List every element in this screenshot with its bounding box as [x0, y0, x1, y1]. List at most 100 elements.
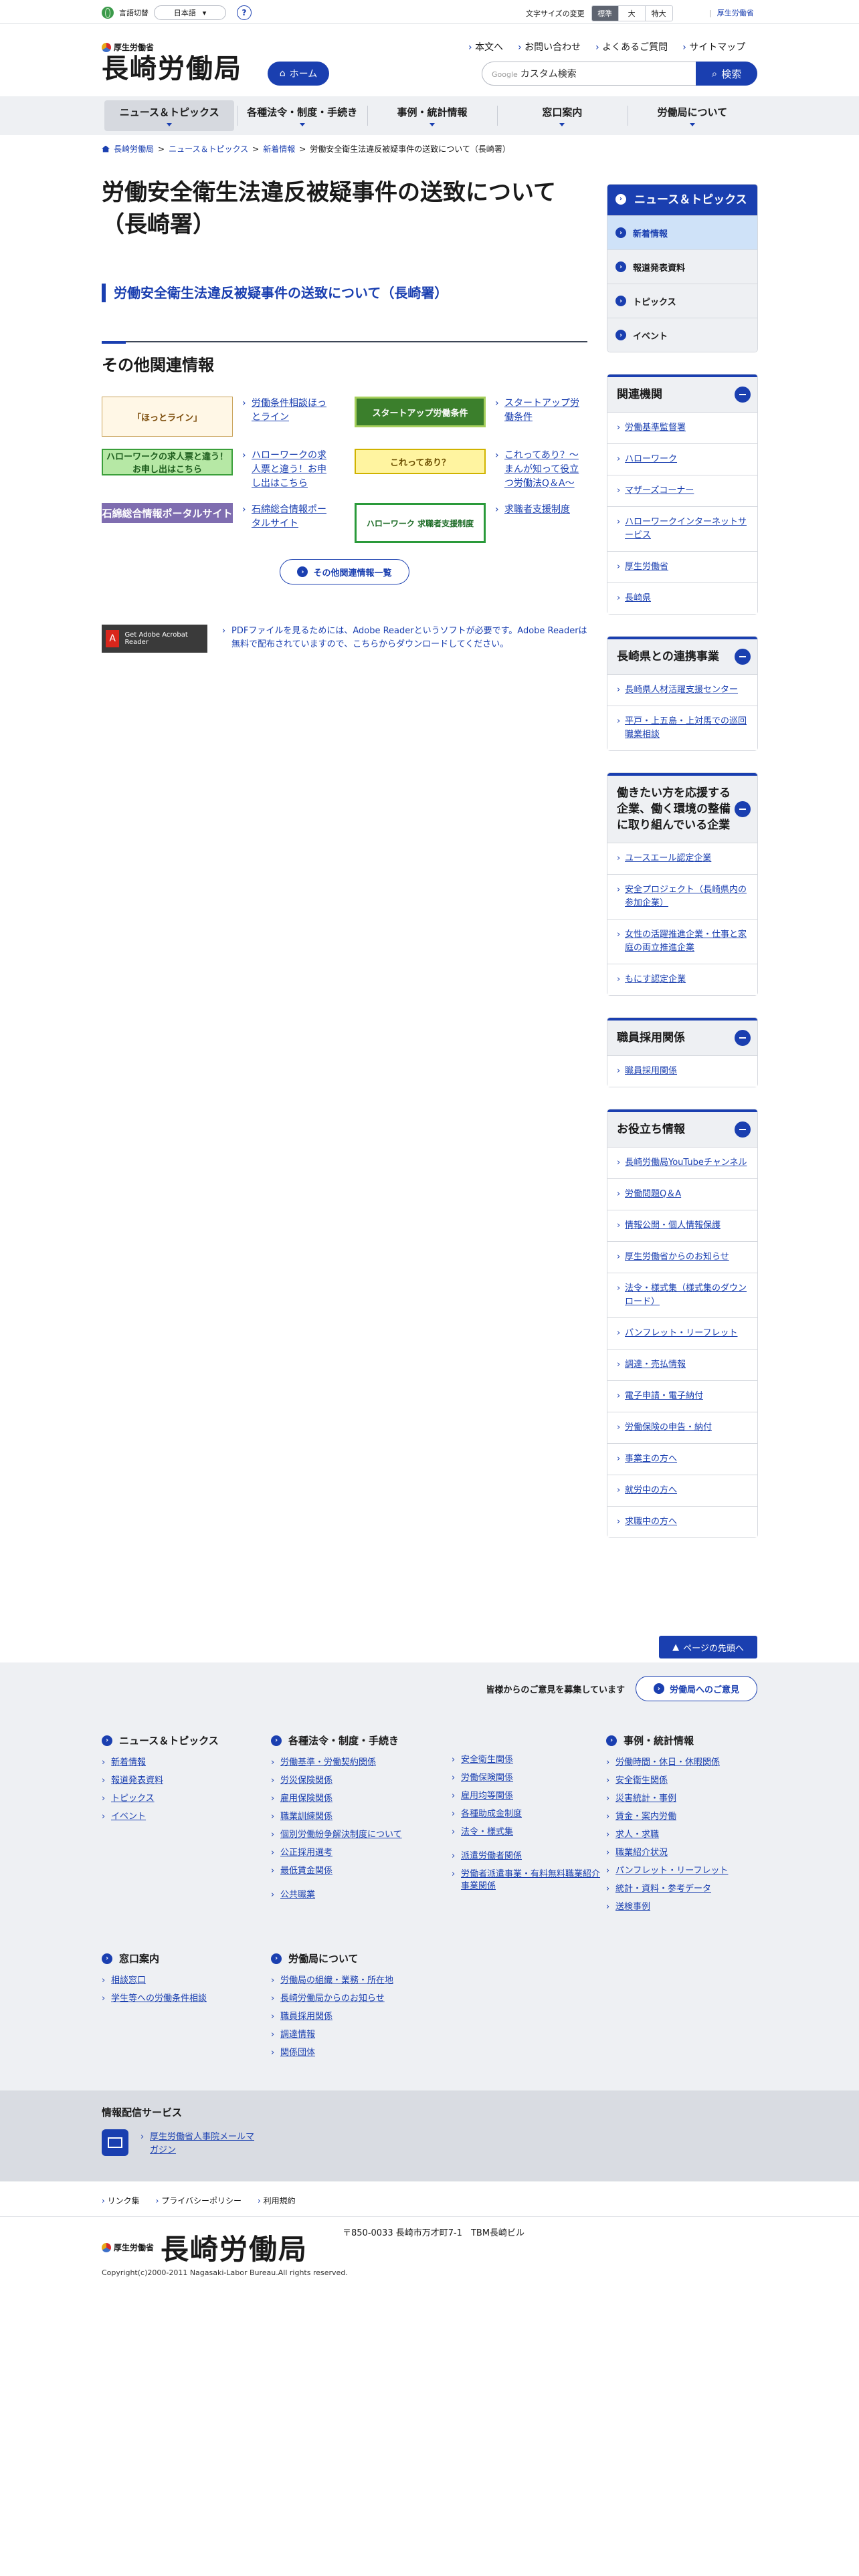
sidebar-link[interactable]: 女性の活躍推進企業・仕事と家庭の両立推進企業 — [607, 919, 757, 964]
sitemap-link[interactable]: サイトマップ — [682, 40, 745, 53]
help-icon[interactable]: ? — [237, 5, 252, 20]
search-input[interactable]: Google カスタム検索 — [482, 67, 696, 80]
language-select[interactable]: 日本語 ▾ — [154, 5, 226, 20]
sidebar-link[interactable]: 事業主の方へ — [607, 1443, 757, 1475]
privacy-policy-link[interactable]: プライバシーポリシー — [156, 2195, 242, 2206]
sidebar-link[interactable]: 労働問題Q＆A — [607, 1178, 757, 1210]
sidebar-item-new-info[interactable]: › 新着情報 — [607, 215, 757, 249]
font-size-xlarge-button[interactable]: 特大 — [646, 6, 672, 21]
banner-link[interactable]: 求職者支援制度 — [495, 503, 570, 517]
sidebar-link[interactable]: 平戸・上五島・上対馬での巡回職業相談 — [607, 706, 757, 750]
banner-link[interactable]: 労働条件相談ほっとライン — [242, 397, 335, 425]
footer-link[interactable]: 報道発表資料 — [102, 1775, 256, 1787]
font-size-standard-button[interactable]: 標準 — [591, 6, 619, 21]
sidebar-link[interactable]: 長崎県人材活躍支援センター — [607, 674, 757, 706]
footer-link[interactable]: 公正採用選考 — [271, 1847, 425, 1859]
footer-link[interactable]: 労働者派遣事業・有料無料職業紹介事業関係 — [452, 1868, 605, 1893]
footer-link[interactable]: 新着情報 — [102, 1757, 256, 1769]
pdf-notice-text[interactable]: PDFファイルを見るためには、Adobe Readerというソフトが必要です。A… — [222, 625, 587, 651]
footer-link[interactable]: パンフレット・リーフレット — [606, 1865, 757, 1877]
mhlw-link[interactable]: 厚生労働省 — [709, 7, 754, 18]
footer-link[interactable]: 労働保険関係 — [452, 1772, 605, 1784]
mail-magazine-link[interactable]: 厚生労働省人事院メールマガジン — [140, 2131, 261, 2157]
skip-to-content-link[interactable]: 本文へ — [468, 40, 503, 53]
home-button[interactable]: ⌂ ホーム — [268, 62, 329, 86]
banner-link[interactable]: これってあり？～まんが知って役立つ労働法Q＆A～ — [495, 449, 587, 491]
search-button[interactable]: ⌕ 検索 — [696, 62, 757, 86]
contact-link[interactable]: お問い合わせ — [518, 40, 581, 53]
footer-link[interactable]: トピックス — [102, 1793, 256, 1805]
sidebar-box-title[interactable]: 関連機関 — [607, 377, 757, 412]
footer-link[interactable]: 労災保険関係 — [271, 1775, 425, 1787]
opinion-button[interactable]: › 労働局へのご意見 — [636, 1676, 757, 1701]
footer-link[interactable]: 雇用保険関係 — [271, 1793, 425, 1805]
footer-link[interactable]: 労働局の組織・業務・所在地 — [271, 1975, 425, 1987]
collapse-icon[interactable] — [735, 387, 751, 403]
footer-link[interactable]: 求人・求職 — [606, 1829, 757, 1841]
collapse-icon[interactable] — [735, 1030, 751, 1046]
sidebar-link[interactable]: 職員採用関係 — [607, 1055, 757, 1087]
sidebar-link[interactable]: 厚生労働省からのお知らせ — [607, 1241, 757, 1273]
breadcrumb-news[interactable]: ニュース＆トピックス — [169, 143, 248, 154]
footer-link[interactable]: 安全衛生関係 — [606, 1775, 757, 1787]
gnav-item-about[interactable]: 労働局について — [627, 96, 757, 135]
gnav-item-stats[interactable]: 事例・統計情報 — [367, 96, 497, 135]
collapse-icon[interactable] — [735, 649, 751, 665]
links-page-link[interactable]: リンク集 — [102, 2195, 140, 2206]
footer-link[interactable]: 長崎労働局からのお知らせ — [271, 1993, 425, 2005]
sidebar-item-events[interactable]: › イベント — [607, 318, 757, 352]
footer-link[interactable]: 法令・様式集 — [452, 1826, 605, 1838]
banner-link[interactable]: 石綿総合情報ポータルサイト — [242, 503, 335, 531]
collapse-icon[interactable] — [735, 801, 751, 817]
terms-link[interactable]: 利用規約 — [258, 2195, 296, 2206]
sidebar-link[interactable]: ユースエール認定企業 — [607, 843, 757, 874]
breadcrumb-home[interactable]: 長崎労働局 — [114, 143, 154, 154]
hotline-banner-image[interactable]: 「ほっとライン」 — [102, 397, 233, 437]
footer-link[interactable]: 職業紹介状況 — [606, 1847, 757, 1859]
asbestos-banner-image[interactable]: 石綿総合情報ポータルサイト — [102, 503, 233, 523]
sidebar-link[interactable]: 長崎労働局YouTubeチャンネル — [607, 1147, 757, 1178]
sidebar-link[interactable]: 長崎県 — [607, 582, 757, 614]
footer-link[interactable]: 雇用均等関係 — [452, 1790, 605, 1802]
footer-link[interactable]: 公共職業 — [271, 1889, 425, 1901]
sidebar-box-title[interactable]: お役立ち情報 — [607, 1112, 757, 1147]
sidebar-link[interactable]: パンフレット・リーフレット — [607, 1317, 757, 1349]
sidebar-item-topics[interactable]: › トピックス — [607, 284, 757, 318]
footer-link[interactable]: 労働基準・労働契約関係 — [271, 1757, 425, 1769]
sidebar-link[interactable]: 情報公開・個人情報保護 — [607, 1210, 757, 1241]
sidebar-news-title[interactable]: › ニュース＆トピックス — [607, 185, 757, 215]
startup-banner-image[interactable]: スタートアップ労働条件 — [355, 397, 486, 427]
footer-link[interactable]: 職業訓練関係 — [271, 1811, 425, 1823]
footer-link[interactable]: 相談窓口 — [102, 1975, 256, 1987]
sidebar-link[interactable]: 就労中の方へ — [607, 1475, 757, 1506]
related-info-more-button[interactable]: › その他関連情報一覧 — [280, 559, 409, 584]
job-seeker-banner-image[interactable]: ハローワーク 求職者支援制度 — [355, 503, 486, 543]
gnav-item-law[interactable]: 各種法令・制度・手続き — [237, 96, 367, 135]
sidebar-box-title[interactable]: 長崎県との連携事業 — [607, 639, 757, 674]
sidebar-box-title[interactable]: 職員採用関係 — [607, 1021, 757, 1055]
footer-link[interactable]: 個別労働紛争解決制度について — [271, 1829, 425, 1841]
sidebar-link[interactable]: 安全プロジェクト（長崎県内の参加企業） — [607, 874, 757, 919]
footer-link[interactable]: 賃金・案内労働 — [606, 1811, 757, 1823]
sidebar-link[interactable]: 厚生労働省 — [607, 551, 757, 582]
site-logo[interactable]: 厚生労働省 長崎労働局 — [102, 41, 242, 85]
banner-link[interactable]: スタートアップ労働条件 — [495, 397, 587, 425]
footer-link[interactable]: 職員採用関係 — [271, 2011, 425, 2023]
article-link[interactable]: 労働安全衛生法違反被疑事件の送致について（長崎署） — [114, 285, 448, 301]
sidebar-link[interactable]: 調達・売払情報 — [607, 1349, 757, 1380]
faq-link[interactable]: よくあるご質問 — [595, 40, 668, 53]
sidebar-link[interactable]: 法令・様式集（様式集のダウンロード） — [607, 1273, 757, 1317]
banner-link[interactable]: ハローワークの求人票と違う！お申し出はこちら — [242, 449, 335, 491]
footer-link[interactable]: 安全衛生関係 — [452, 1754, 605, 1766]
sidebar-link[interactable]: 労働基準監督署 — [607, 412, 757, 443]
footer-link[interactable]: 送検事例 — [606, 1901, 757, 1913]
footer-logo[interactable]: 厚生労働省 長崎労働局 — [102, 2227, 308, 2268]
collapse-icon[interactable] — [735, 1121, 751, 1138]
sidebar-link[interactable]: もにす認定企業 — [607, 964, 757, 995]
page-top-button[interactable]: ▲ ページの先頭へ — [659, 1636, 757, 1658]
sidebar-item-press[interactable]: › 報道発表資料 — [607, 249, 757, 284]
sidebar-link[interactable]: ハローワーク — [607, 443, 757, 475]
font-size-large-button[interactable]: 大 — [619, 6, 646, 21]
footer-link[interactable]: 関係団体 — [271, 2047, 425, 2059]
footer-link[interactable]: 学生等への労働条件相談 — [102, 1993, 256, 2005]
